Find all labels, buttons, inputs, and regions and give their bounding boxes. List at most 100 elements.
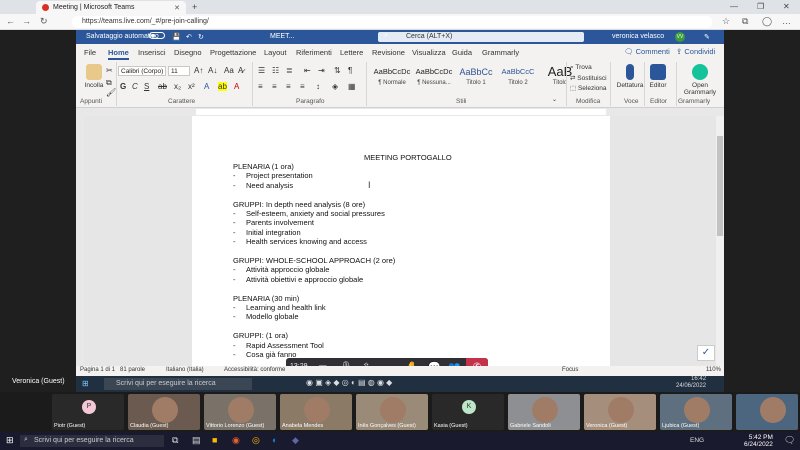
tab-draw[interactable]: Disegno	[174, 48, 202, 57]
style-no-spacing[interactable]: AaBbCcDc ¶ Nessuna...	[414, 64, 454, 94]
document-line[interactable]: PLENARIA (1 ora)	[233, 162, 294, 171]
justify-icon[interactable]: ≡	[300, 82, 305, 91]
file-explorer-icon[interactable]: ▤	[192, 435, 201, 446]
participant-tile[interactable]: Ljubica (Guest)	[660, 394, 732, 430]
participant-tile[interactable]: K Kasia (Guest)	[432, 394, 504, 430]
subscript-icon[interactable]: x₂	[174, 82, 181, 91]
tab-review[interactable]: Revisione	[372, 48, 405, 57]
list-item[interactable]: Attività approccio globale	[246, 265, 329, 274]
highlight-icon[interactable]: ab	[218, 82, 227, 91]
tab-insert[interactable]: Inserisci	[138, 48, 166, 57]
participant-tile[interactable]: Anabela Mendes	[280, 394, 352, 430]
style-heading-1[interactable]: AaBbCc Titolo 1	[456, 64, 496, 94]
select-button[interactable]: ⬚ Seleziona	[570, 84, 607, 92]
participant-tile[interactable]: Vittorio Lorenzo (Guest)	[204, 394, 276, 430]
list-item[interactable]: Attività obiettivi e approccio globale	[246, 275, 363, 284]
word-count[interactable]: 81 parole	[120, 367, 145, 373]
autosave-toggle[interactable]	[146, 32, 165, 39]
document-line[interactable]: PLENARIA (30 min)	[233, 294, 299, 303]
copy-icon[interactable]: ⧉	[106, 78, 112, 88]
align-right-icon[interactable]: ≡	[286, 82, 291, 91]
participant-tile[interactable]: Gabriele Sandoli	[508, 394, 580, 430]
browser-tab[interactable]: Meeting | Microsoft Teams ✕	[36, 1, 186, 14]
share-button[interactable]: ⇪ Condividi	[676, 47, 715, 56]
pen-icon[interactable]: ✎	[704, 33, 710, 41]
url-input[interactable]: https://teams.live.com/_#/pre-join-calli…	[72, 16, 712, 28]
font-color-icon[interactable]: A	[234, 82, 239, 91]
style-heading-2[interactable]: AaBbCcC Titolo 2	[498, 64, 538, 94]
undo-icon[interactable]: ↶	[186, 33, 192, 41]
confirm-check-button[interactable]: ✓	[697, 345, 715, 361]
shrink-font-icon[interactable]: A↓	[208, 66, 217, 75]
format-painter-icon[interactable]: 🖌	[106, 88, 116, 97]
more-icon[interactable]: …	[782, 16, 791, 26]
save-icon[interactable]: 💾	[172, 33, 181, 41]
list-item[interactable]: Rapid Assessment Tool	[246, 341, 324, 350]
list-item[interactable]: Self-esteem, anxiety and social pressure…	[246, 209, 385, 218]
editor-button[interactable]: Editor	[640, 64, 676, 89]
italic-icon[interactable]: C	[132, 82, 138, 91]
borders-icon[interactable]: ▦	[348, 82, 356, 91]
list-item[interactable]: Parents involvement	[246, 218, 314, 227]
decrease-indent-icon[interactable]: ⇤	[304, 66, 311, 75]
chrome-icon[interactable]: ◎	[252, 435, 260, 446]
text-effects-icon[interactable]: A	[204, 82, 209, 91]
participant-tile[interactable]: P Piotr (Guest)	[52, 394, 124, 430]
vertical-scrollbar[interactable]	[716, 116, 724, 366]
accessibility-status[interactable]: Accessibilità: conforme	[224, 367, 285, 373]
close-tab-icon[interactable]: ✕	[174, 4, 180, 12]
tab-help[interactable]: Guida	[452, 48, 472, 57]
increase-indent-icon[interactable]: ⇥	[318, 66, 325, 75]
scrollbar-thumb[interactable]	[717, 136, 723, 236]
notifications-icon[interactable]: 🗨	[784, 435, 795, 446]
grammarly-button[interactable]: Open Grammarly	[680, 64, 720, 96]
document-line[interactable]: GRUPPI: WHOLE-SCHOOL APPROACH (2 ore)	[233, 256, 395, 265]
redo-icon[interactable]: ↻	[198, 33, 204, 41]
new-tab-button[interactable]: +	[192, 2, 197, 12]
cut-icon[interactable]: ✂	[106, 66, 113, 75]
zoom-level[interactable]: 110%	[706, 367, 721, 373]
language-status[interactable]: Italiano (Italia)	[166, 367, 204, 373]
tab-references[interactable]: Riferimenti	[296, 48, 332, 57]
taskbar-search-input[interactable]: Scrivi qui per eseguire la ricerca	[20, 435, 164, 447]
maximize-icon[interactable]: ❐	[757, 2, 764, 11]
font-name-select[interactable]: Calibri (Corpo)	[118, 66, 166, 76]
replace-button[interactable]: ⇄ Sostituisci	[570, 74, 607, 82]
tab-mailings[interactable]: Lettere	[340, 48, 363, 57]
task-view-icon[interactable]: ⧉	[172, 435, 178, 446]
participant-tile[interactable]: Inês Gonçalves (Guest)	[356, 394, 428, 430]
avatar[interactable]: VV	[675, 32, 685, 42]
underline-icon[interactable]: S	[144, 82, 149, 91]
change-case-icon[interactable]: Aa	[224, 66, 234, 75]
clear-formatting-icon[interactable]: A̷	[238, 66, 243, 75]
tab-layout[interactable]: Layout	[264, 48, 287, 57]
participant-tile[interactable]	[736, 394, 798, 430]
list-item[interactable]: Initial integration	[246, 228, 301, 237]
shading-icon[interactable]: ◈	[332, 82, 338, 91]
find-button[interactable]: ⌕ Trova	[570, 64, 592, 72]
tab-design[interactable]: Progettazione	[210, 48, 256, 57]
page-count[interactable]: Pagina 1 di 1	[80, 367, 115, 373]
tab-view[interactable]: Visualizza	[412, 48, 446, 57]
numbering-icon[interactable]: ☷	[272, 66, 279, 75]
teams-icon[interactable]: ◆	[292, 435, 299, 446]
list-item[interactable]: Need analysis	[246, 181, 293, 190]
style-normal[interactable]: AaBbCcDc ¶ Normale	[372, 64, 412, 94]
tab-home[interactable]: Home	[108, 48, 129, 60]
search-input[interactable]: Cerca (ALT+X)	[378, 32, 584, 42]
comments-button[interactable]: 🗨 Commenti	[624, 47, 670, 56]
document-line[interactable]: GRUPPI: In depth need analysis (8 ore)	[233, 200, 365, 209]
focus-button[interactable]: Focus	[562, 367, 578, 373]
forward-icon[interactable]: →	[22, 16, 31, 26]
multilevel-list-icon[interactable]: ≣	[286, 66, 293, 75]
list-item[interactable]: Project presentation	[246, 171, 313, 180]
close-window-icon[interactable]: ✕	[783, 2, 790, 11]
sort-icon[interactable]: ⇅	[334, 66, 341, 75]
participant-tile[interactable]: Claudia (Guest)	[128, 394, 200, 430]
document-line[interactable]: GRUPPI: (1 ora)	[233, 331, 288, 340]
list-item[interactable]: Health services knowing and access	[246, 237, 367, 246]
align-left-icon[interactable]: ≡	[258, 82, 263, 91]
list-item[interactable]: Learning and health link	[246, 303, 326, 312]
show-marks-icon[interactable]: ¶	[348, 66, 352, 75]
bold-icon[interactable]: G	[120, 82, 126, 91]
